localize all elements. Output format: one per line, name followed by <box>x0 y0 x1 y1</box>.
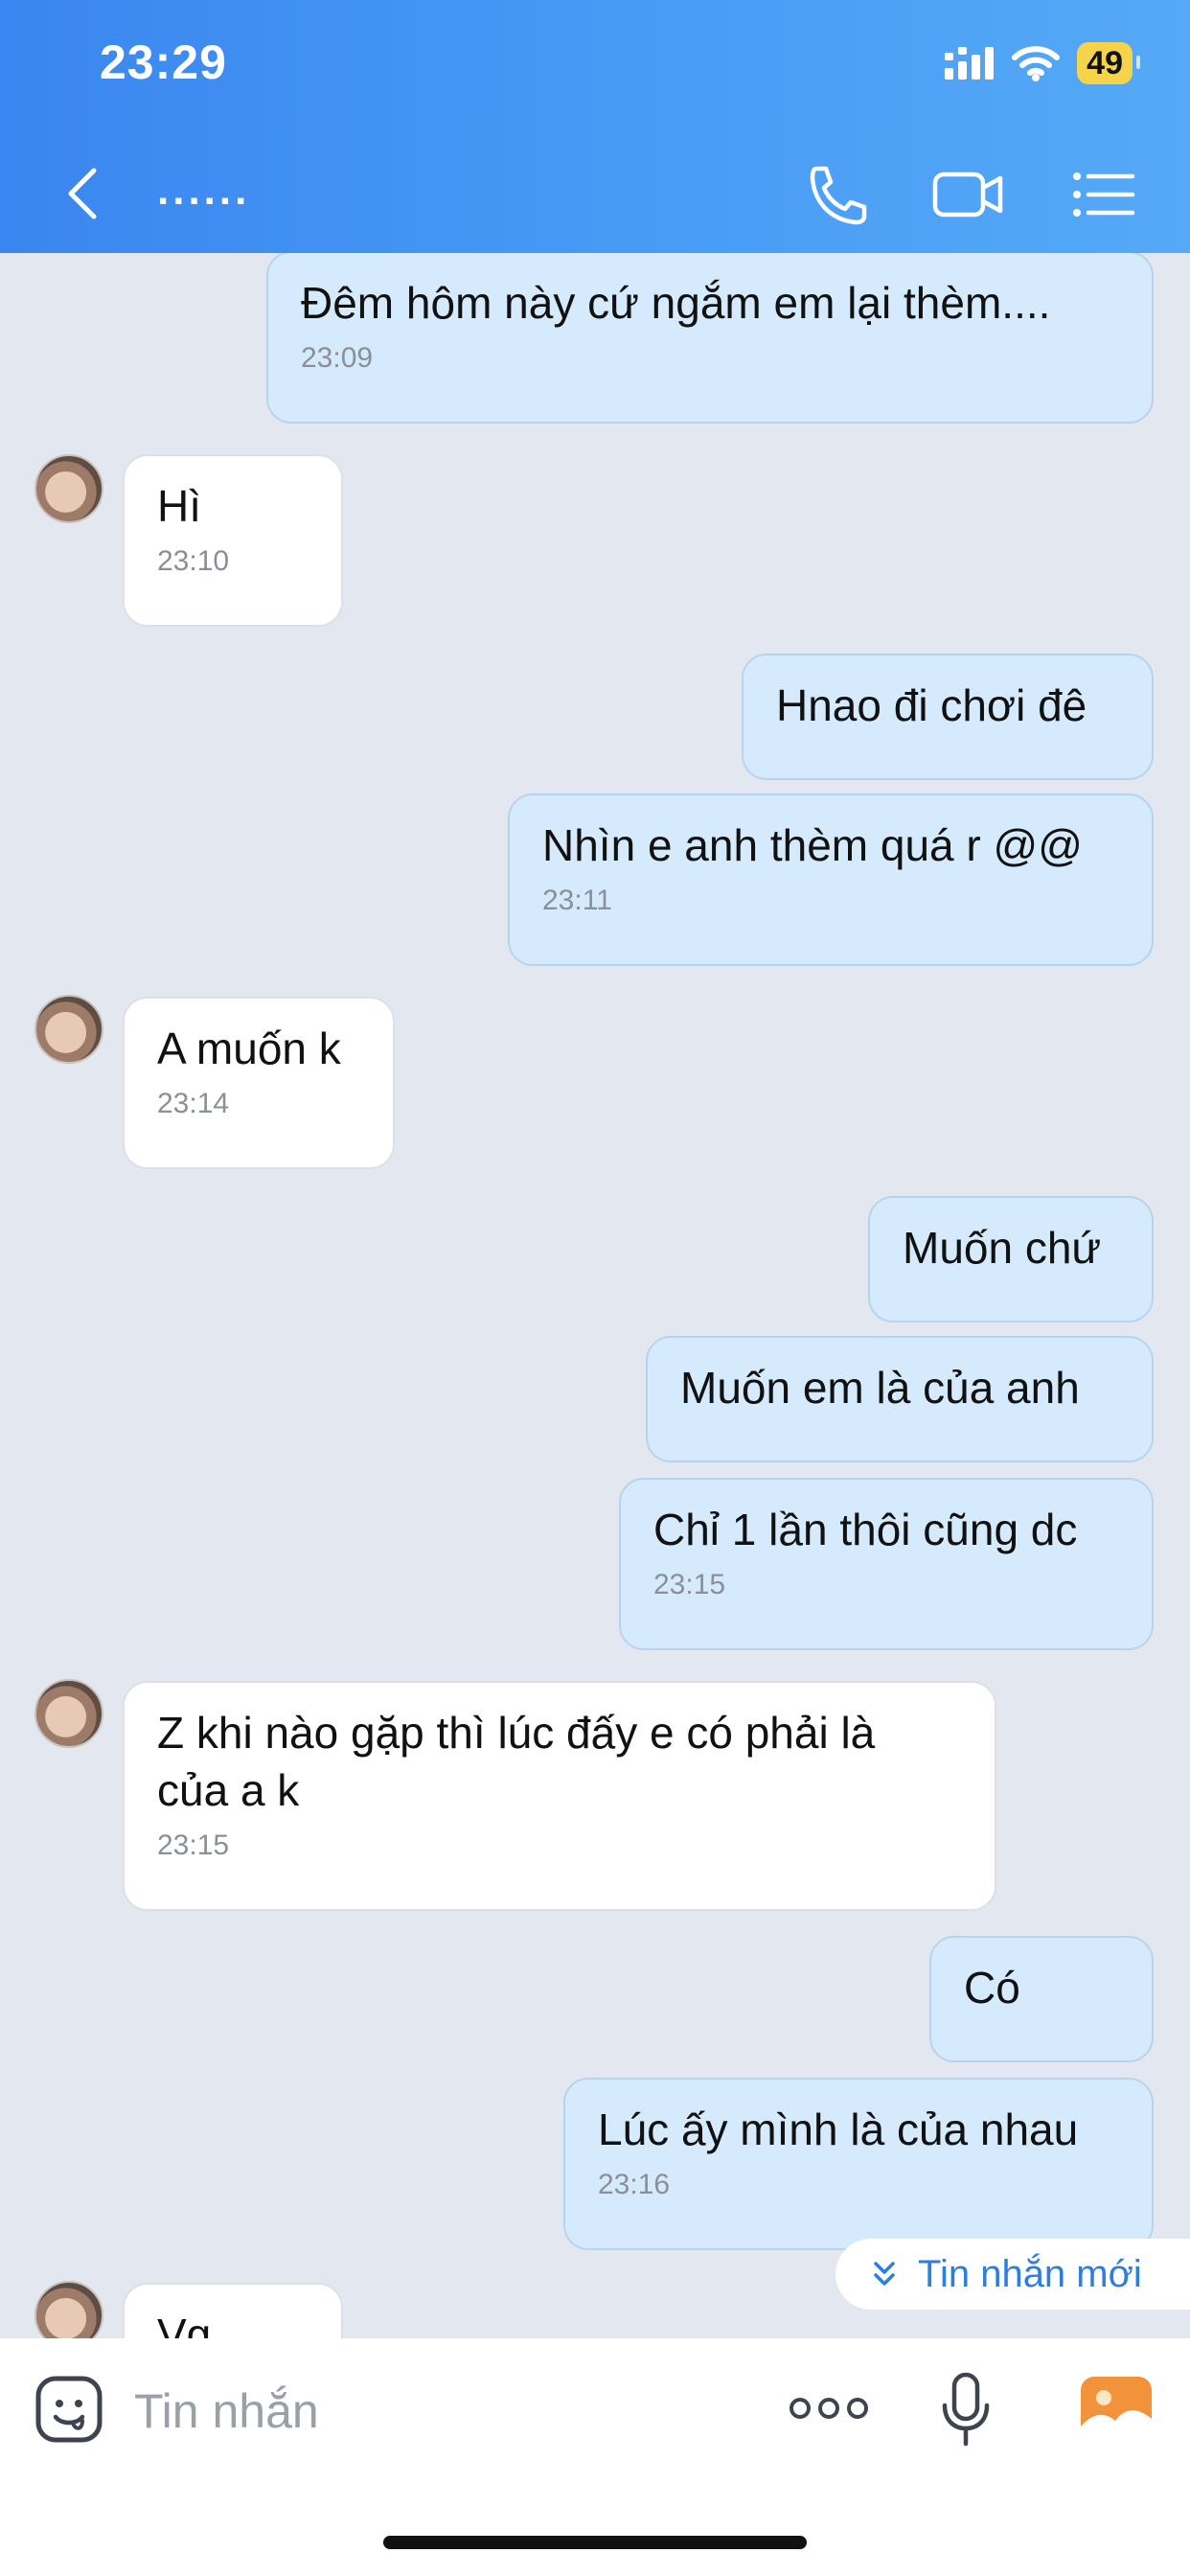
chat-title[interactable]: ...... <box>157 167 250 215</box>
message-bubble[interactable]: Chỉ 1 lần thôi cũng dc 23:15 <box>619 1478 1154 1650</box>
avatar[interactable] <box>34 2281 103 2338</box>
avatar[interactable] <box>34 454 103 523</box>
message-bubble[interactable]: Hnao đi chơi đê <box>742 654 1154 780</box>
message-text: Nhìn e anh thèm quá r @@ <box>542 820 1083 870</box>
message-time: 23:14 <box>157 1088 230 1119</box>
gallery-image-icon[interactable] <box>1081 2377 1152 2442</box>
avatar[interactable] <box>34 995 103 1064</box>
sticker-face-icon[interactable] <box>34 2375 103 2444</box>
message-bubble[interactable]: Muốn em là của anh <box>646 1336 1154 1462</box>
message-list[interactable]: Đêm hôm này cứ ngắm em lại thèm.... 23:0… <box>0 253 1190 2338</box>
message-text: Vg <box>157 2310 212 2338</box>
double-chevron-down-icon <box>874 2262 895 2286</box>
message-input[interactable] <box>134 2373 728 2450</box>
message-text: Muốn em là của anh <box>680 1363 1080 1413</box>
message-time: 23:16 <box>598 2169 671 2200</box>
message-bubble[interactable]: Lúc ấy mình là của nhau 23:16 <box>563 2078 1154 2250</box>
message-bubble[interactable]: Có <box>929 1936 1154 2062</box>
message-bubble[interactable]: A muốn k 23:14 <box>123 997 395 1169</box>
message-time: 23:15 <box>653 1569 726 1600</box>
message-text: Chỉ 1 lần thôi cũng dc <box>653 1505 1078 1554</box>
list-menu-icon[interactable] <box>1065 161 1142 228</box>
microphone-icon[interactable] <box>939 2371 993 2448</box>
message-text: Z khi nào gặp thì lúc đấy e có phải là c… <box>157 1708 876 1815</box>
phone-icon[interactable] <box>797 161 874 228</box>
message-text: Muốn chứ <box>903 1223 1102 1273</box>
more-dots-icon[interactable] <box>786 2384 872 2432</box>
message-text: Lúc ấy mình là của nhau <box>598 2104 1079 2154</box>
message-time: 23:10 <box>157 545 230 577</box>
home-indicator <box>383 2536 807 2549</box>
status-icons: 49 <box>945 42 1140 84</box>
message-time: 23:11 <box>542 885 612 916</box>
new-messages-button[interactable]: Tin nhắn mới <box>835 2239 1190 2310</box>
message-bubble[interactable]: Z khi nào gặp thì lúc đấy e có phải là c… <box>123 1681 996 1911</box>
message-text: Hì <box>157 481 201 531</box>
composer-bar <box>0 2338 1190 2576</box>
new-messages-label: Tin nhắn mới <box>918 2252 1142 2295</box>
battery-level: 49 <box>1077 42 1140 84</box>
message-text: Có <box>964 1963 1020 2012</box>
message-bubble[interactable]: Vg <box>123 2283 343 2338</box>
message-text: Đêm hôm này cứ ngắm em lại thèm.... <box>301 278 1051 328</box>
chat-header: 23:29 49 ...... <box>0 0 1190 253</box>
message-bubble[interactable]: Hì 23:10 <box>123 454 343 627</box>
message-text: Hnao đi chơi đê <box>776 680 1087 730</box>
wifi-icon <box>1012 46 1061 81</box>
chevron-left-icon[interactable] <box>59 165 107 222</box>
cellular-signal-icon <box>945 47 995 80</box>
message-bubble[interactable]: Muốn chứ <box>868 1196 1154 1322</box>
message-time: 23:09 <box>301 342 374 374</box>
message-time: 23:15 <box>157 1829 230 1861</box>
message-bubble[interactable]: Nhìn e anh thèm quá r @@ 23:11 <box>508 794 1154 966</box>
video-camera-icon[interactable] <box>929 161 1006 228</box>
message-bubble[interactable]: Đêm hôm này cứ ngắm em lại thèm.... 23:0… <box>266 253 1154 424</box>
nav-bar: ...... <box>0 153 1190 230</box>
message-text: A muốn k <box>157 1024 341 1073</box>
status-time: 23:29 <box>100 35 227 89</box>
avatar[interactable] <box>34 1679 103 1748</box>
